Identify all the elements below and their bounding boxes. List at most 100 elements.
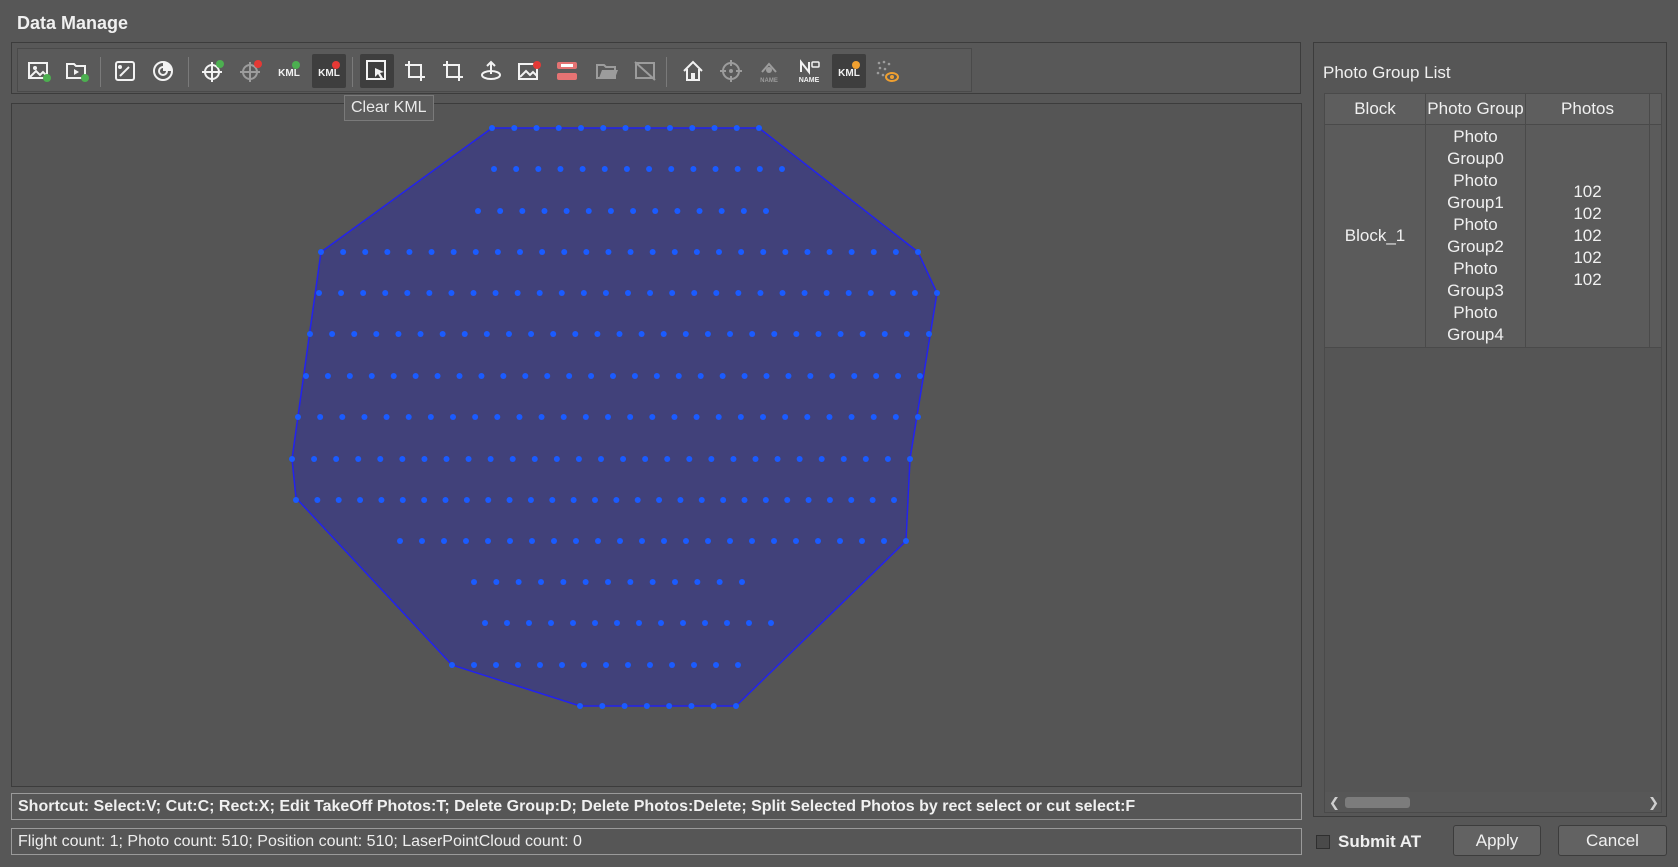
select-tool-button[interactable] <box>360 54 394 88</box>
photo-position-point[interactable] <box>805 497 812 503</box>
photo-position-point[interactable] <box>862 456 869 462</box>
import-video-button[interactable] <box>60 54 94 88</box>
home-view-button[interactable] <box>676 54 710 88</box>
photo-position-point[interactable] <box>553 456 560 462</box>
photo-position-point[interactable] <box>756 166 763 172</box>
photo-position-point[interactable] <box>826 249 833 255</box>
photo-position-point[interactable] <box>796 456 803 462</box>
photo-position-point[interactable] <box>647 662 653 668</box>
photo-position-point[interactable] <box>368 373 375 379</box>
column-header-block[interactable]: Block <box>1325 94 1426 124</box>
photo-position-point[interactable] <box>578 125 584 131</box>
photo-position-point[interactable] <box>417 331 424 337</box>
photo-position-point[interactable] <box>715 414 722 420</box>
photo-position-point[interactable] <box>768 620 774 626</box>
photo-position-point[interactable] <box>602 290 609 296</box>
photo-position-point[interactable] <box>672 579 678 585</box>
photo-position-point[interactable] <box>538 414 545 420</box>
photo-position-point[interactable] <box>782 249 789 255</box>
photo-position-point[interactable] <box>719 373 726 379</box>
photo-position-point[interactable] <box>756 125 762 131</box>
photo-position-point[interactable] <box>610 373 616 379</box>
photo-position-point[interactable] <box>575 456 582 462</box>
photo-position-point[interactable] <box>582 414 589 420</box>
photo-position-point[interactable] <box>625 290 631 296</box>
photo-position-point[interactable] <box>314 497 321 503</box>
photo-position-point[interactable] <box>450 414 456 420</box>
photo-position-point[interactable] <box>917 373 923 379</box>
locate-button[interactable] <box>714 54 748 88</box>
photo-position-point[interactable] <box>661 538 667 544</box>
photo-position-point[interactable] <box>793 538 799 544</box>
photo-position-point[interactable] <box>622 125 629 131</box>
photo-position-point[interactable] <box>718 208 725 214</box>
photo-position-point[interactable] <box>592 497 598 503</box>
photo-position-point[interactable] <box>716 579 723 585</box>
photo-position-point[interactable] <box>404 290 411 296</box>
photo-position-point[interactable] <box>740 208 747 214</box>
photo-position-point[interactable] <box>903 538 909 544</box>
photo-position-point[interactable] <box>517 249 523 255</box>
photo-position-point[interactable] <box>915 249 921 255</box>
photo-position-point[interactable] <box>340 249 347 255</box>
photo-position-point[interactable] <box>497 208 504 214</box>
photo-position-point[interactable] <box>585 208 592 214</box>
photo-position-point[interactable] <box>582 579 589 585</box>
photo-position-point[interactable] <box>738 249 745 255</box>
photo-position-point[interactable] <box>572 331 579 337</box>
photo-position-point[interactable] <box>724 620 730 626</box>
photo-position-point[interactable] <box>492 290 499 296</box>
photo-position-point[interactable] <box>907 456 913 462</box>
photo-position-point[interactable] <box>500 373 507 379</box>
photo-position-point[interactable] <box>903 331 910 337</box>
photo-position-point[interactable] <box>713 290 720 296</box>
photo-position-point[interactable] <box>631 373 638 379</box>
photo-position-point[interactable] <box>671 249 678 255</box>
photo-position-point[interactable] <box>815 538 821 544</box>
photo-position-point[interactable] <box>405 414 412 420</box>
photo-position-point[interactable] <box>647 290 654 296</box>
photo-position-point[interactable] <box>823 290 830 296</box>
photo-position-point[interactable] <box>577 703 583 709</box>
photo-position-point[interactable] <box>506 497 513 503</box>
photo-position-point[interactable] <box>727 538 733 544</box>
photo-position-point[interactable] <box>884 456 891 462</box>
photo-position-point[interactable] <box>559 662 565 668</box>
photo-position-point[interactable] <box>848 414 855 420</box>
photo-position-point[interactable] <box>746 620 752 626</box>
photo-position-point[interactable] <box>749 538 755 544</box>
photo-position-point[interactable] <box>338 290 345 296</box>
photo-position-point[interactable] <box>757 290 764 296</box>
photo-position-point[interactable] <box>505 331 512 337</box>
photo-position-point[interactable] <box>607 208 614 214</box>
photo-position-point[interactable] <box>557 166 564 172</box>
photo-position-point[interactable] <box>785 373 792 379</box>
submit-at-checkbox[interactable]: Submit AT <box>1316 832 1421 852</box>
photo-position-point[interactable] <box>613 497 620 503</box>
photo-position-point[interactable] <box>515 579 522 585</box>
photo-position-point[interactable] <box>716 249 722 255</box>
map-canvas[interactable] <box>11 103 1302 787</box>
photo-position-point[interactable] <box>623 166 630 172</box>
photo-position-point[interactable] <box>652 208 659 214</box>
photo-position-point[interactable] <box>412 373 419 379</box>
column-header-photos[interactable]: Photos <box>1526 94 1650 124</box>
add-control-point-button[interactable] <box>196 54 230 88</box>
photo-position-point[interactable] <box>471 579 477 585</box>
photo-position-point[interactable] <box>544 373 551 379</box>
photo-position-point[interactable] <box>555 125 562 131</box>
photo-position-point[interactable] <box>324 373 331 379</box>
photo-position-point[interactable] <box>643 703 650 709</box>
photo-position-point[interactable] <box>752 456 759 462</box>
photo-position-point[interactable] <box>428 249 435 255</box>
photo-position-point[interactable] <box>538 579 544 585</box>
photo-position-point[interactable] <box>837 538 843 544</box>
photo-position-point[interactable] <box>737 414 744 420</box>
photo-position-point[interactable] <box>311 456 318 462</box>
photo-position-point[interactable] <box>519 208 526 214</box>
photo-position-point[interactable] <box>485 497 492 503</box>
photo-position-point[interactable] <box>870 414 877 420</box>
photo-position-point[interactable] <box>627 249 634 255</box>
photo-position-point[interactable] <box>491 166 497 172</box>
photo-position-point[interactable] <box>760 414 766 420</box>
